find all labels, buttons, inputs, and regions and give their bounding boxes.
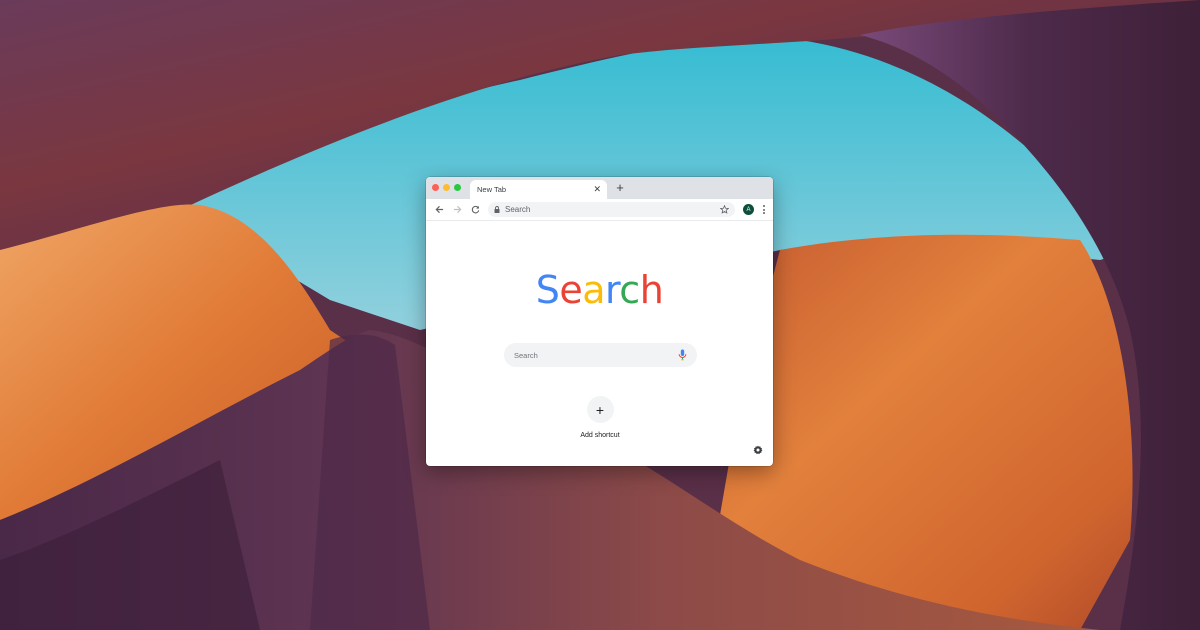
search-input[interactable]: Search — [504, 343, 697, 367]
new-tab-page: Search Search + Add shortcut — [426, 221, 773, 465]
logo-letter: h — [639, 268, 664, 312]
minimize-window-button[interactable] — [443, 184, 450, 191]
logo-letter: e — [559, 268, 583, 312]
browser-toolbar: Search A — [426, 199, 773, 221]
address-bar-placeholder: Search — [505, 205, 531, 214]
arrow-left-icon — [435, 205, 443, 214]
logo-letter: c — [619, 268, 640, 312]
close-icon[interactable]: ✕ — [593, 185, 601, 194]
arrow-right-icon — [453, 205, 461, 214]
logo-letter: r — [605, 268, 620, 312]
add-shortcut-label: Add shortcut — [580, 432, 620, 439]
lock-icon — [494, 206, 500, 213]
plus-icon: + — [586, 396, 614, 423]
browser-window: New Tab ✕ + Search A Search Search + Add… — [426, 177, 773, 466]
add-shortcut-button[interactable]: + Add shortcut — [575, 396, 625, 439]
tab-new-tab[interactable]: New Tab ✕ — [470, 180, 607, 199]
logo-letter: S — [535, 268, 560, 312]
tab-title: New Tab — [477, 185, 507, 194]
logo-letter: a — [582, 268, 605, 312]
microphone-icon[interactable] — [678, 349, 687, 361]
window-controls — [432, 184, 461, 191]
tab-strip: New Tab ✕ + — [426, 177, 773, 199]
search-logo: Search — [426, 271, 773, 309]
reload-button[interactable] — [468, 203, 482, 217]
new-tab-button[interactable]: + — [613, 181, 627, 195]
forward-button[interactable] — [450, 203, 464, 217]
gear-icon[interactable] — [753, 445, 763, 455]
kebab-menu-icon[interactable] — [761, 205, 767, 214]
back-button[interactable] — [432, 203, 446, 217]
profile-avatar[interactable]: A — [743, 204, 754, 215]
address-bar[interactable]: Search — [488, 202, 735, 217]
close-window-button[interactable] — [432, 184, 439, 191]
search-placeholder: Search — [514, 350, 538, 360]
maximize-window-button[interactable] — [454, 184, 461, 191]
star-icon[interactable] — [720, 205, 729, 214]
reload-icon — [471, 205, 479, 214]
